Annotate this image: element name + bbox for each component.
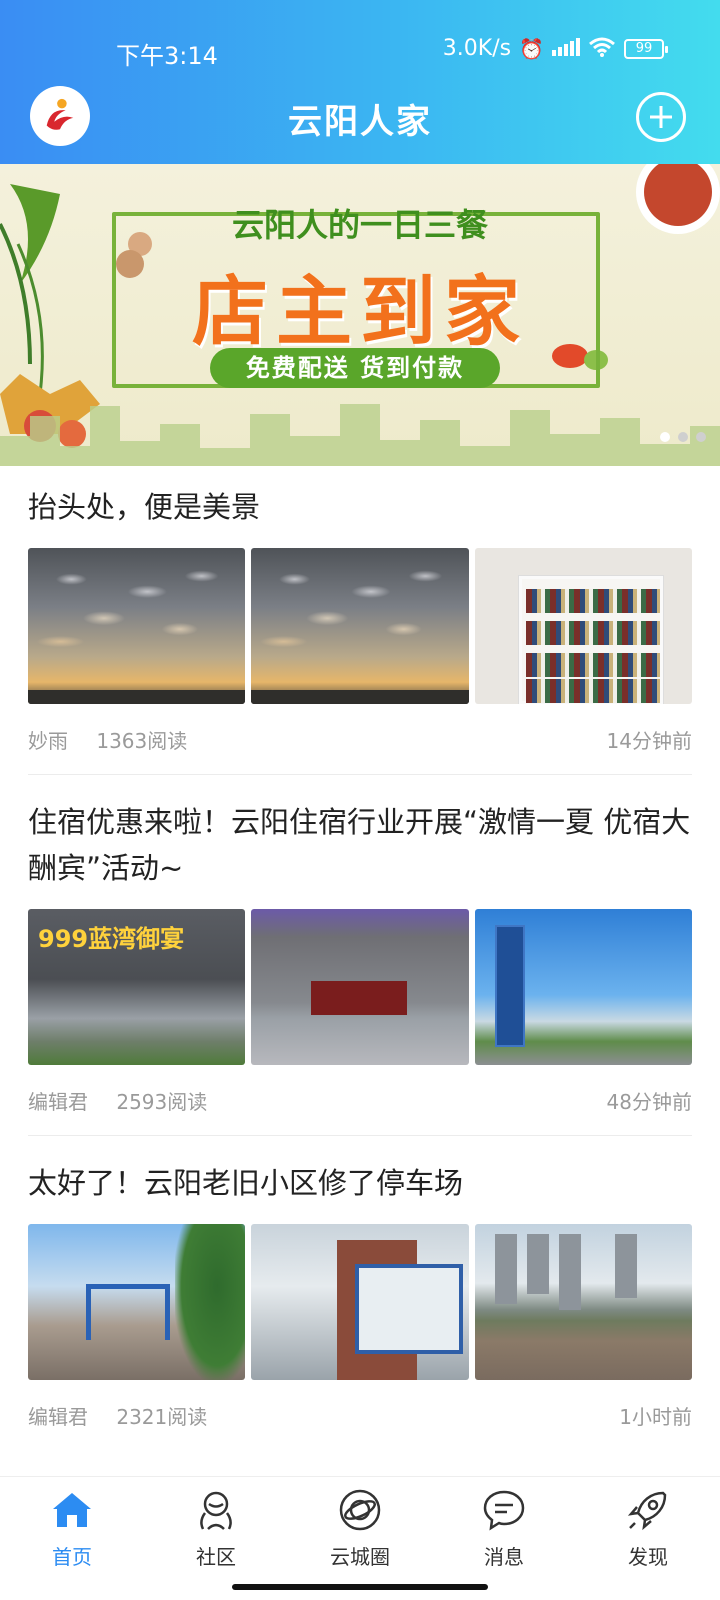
app-header: 下午3:14 3.0K/s ⏰ 99 云阳人家 (0, 0, 720, 164)
article-time: 48分钟前 (606, 1089, 692, 1114)
banner-dot[interactable] (678, 432, 688, 442)
article-card[interactable]: 抬头处，便是美景 妙雨 1363阅读 14分钟前 (28, 466, 692, 775)
network-speed: 3.0K/s (442, 36, 512, 61)
article-thumbnails (28, 548, 692, 704)
article-image[interactable] (28, 1224, 246, 1380)
article-image[interactable] (251, 548, 469, 704)
message-icon (483, 1490, 525, 1531)
article-image[interactable] (474, 1224, 692, 1380)
nav-item-home[interactable]: 首页 (0, 1477, 144, 1600)
article-author: 妙雨 (28, 728, 68, 753)
alarm-icon: ⏰ (519, 36, 544, 61)
status-time: 下午3:14 (116, 42, 218, 70)
article-reads: 1363阅读 (96, 728, 188, 753)
banner-pill: 免费配送 货到付款 (210, 348, 500, 388)
article-time: 1小时前 (619, 1404, 692, 1429)
article-card[interactable]: 太好了！云阳老旧小区修了停车场 编辑君 2321阅读 1小时前 (28, 1136, 692, 1450)
article-meta: 编辑君 2321阅读 1小时前 (28, 1380, 692, 1450)
add-button[interactable] (636, 92, 686, 142)
signal-icon (552, 38, 580, 59)
home-icon (53, 1493, 91, 1527)
rocket-icon (627, 1491, 667, 1531)
nav-item-community[interactable]: 社区 (144, 1477, 288, 1600)
nav-item-messages[interactable]: 消息 (432, 1477, 576, 1600)
planet-icon (339, 1489, 381, 1531)
promo-banner[interactable]: 云阳人的一日三餐 店主到家 免费配送 货到付款 (0, 164, 720, 466)
banner-dot[interactable] (696, 432, 706, 442)
article-time: 14分钟前 (606, 728, 692, 753)
community-icon (200, 1491, 232, 1530)
article-feed: 抬头处，便是美景 妙雨 1363阅读 14分钟前 住宿优惠来啦！云阳住宿行业开展… (0, 466, 720, 1450)
plus-circle-icon (650, 106, 672, 128)
article-reads: 2321阅读 (116, 1404, 208, 1429)
battery-indicator: 99 (624, 38, 668, 59)
nav-label: 发现 (628, 1545, 668, 1569)
article-reads: 2593阅读 (116, 1089, 208, 1114)
article-image[interactable] (474, 909, 692, 1065)
banner-main-text: 店主到家 (192, 267, 528, 356)
banner-pagination (660, 432, 706, 442)
nav-label: 云城圈 (330, 1545, 390, 1569)
article-title: 抬头处，便是美景 (28, 490, 261, 524)
nav-label: 社区 (196, 1545, 236, 1569)
article-thumbnails (28, 1224, 692, 1380)
article-image[interactable] (251, 909, 469, 1065)
hotel-sign-text: 999蓝湾御宴 (38, 925, 185, 953)
nav-label: 首页 (52, 1545, 92, 1569)
article-card[interactable]: 住宿优惠来啦！云阳住宿行业开展“激情一夏 优宿大酬宾”活动~ 999蓝湾御宴 编… (28, 775, 692, 1136)
bottom-nav: 首页 社区 云城圈 消息 发现 (0, 1476, 720, 1600)
article-image[interactable] (28, 548, 246, 704)
nav-label: 消息 (484, 1545, 524, 1569)
article-image[interactable] (251, 1224, 469, 1380)
status-bar-right: 3.0K/s ⏰ 99 (442, 36, 668, 61)
banner-city-skyline (0, 404, 720, 466)
banner-dot[interactable] (660, 432, 670, 442)
article-thumbnails: 999蓝湾御宴 (28, 909, 692, 1065)
wifi-icon (588, 37, 616, 60)
article-author: 编辑君 (28, 1404, 88, 1429)
article-meta: 妙雨 1363阅读 14分钟前 (28, 704, 692, 774)
article-author: 编辑君 (28, 1089, 88, 1114)
app-title: 云阳人家 (288, 102, 432, 142)
article-image[interactable]: 999蓝湾御宴 (28, 909, 246, 1065)
article-meta: 编辑君 2593阅读 48分钟前 (28, 1065, 692, 1135)
article-image[interactable] (474, 548, 692, 704)
nav-item-discover[interactable]: 发现 (576, 1477, 720, 1600)
article-title: 住宿优惠来啦！云阳住宿行业开展“激情一夏 优宿大酬宾”活动~ (28, 805, 691, 885)
nav-item-circle[interactable]: 云城圈 (288, 1477, 432, 1600)
article-title: 太好了！云阳老旧小区修了停车场 (28, 1166, 464, 1200)
home-indicator[interactable] (232, 1584, 488, 1590)
banner-subtitle: 云阳人的一日三餐 (231, 206, 488, 244)
